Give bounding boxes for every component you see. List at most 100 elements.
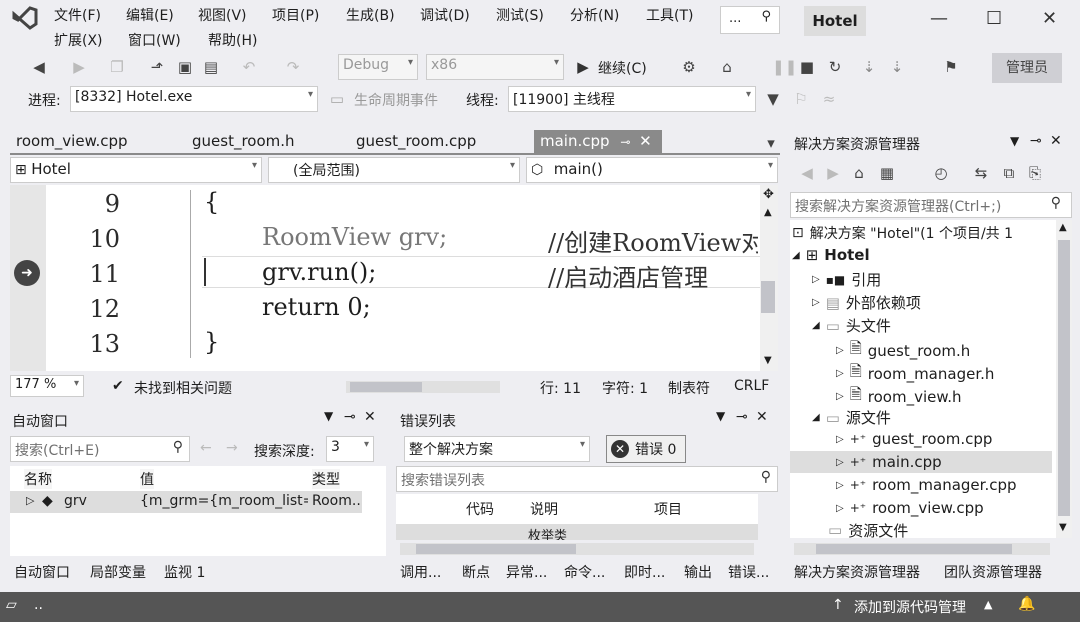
autos-search-input[interactable]: 搜索(Ctrl+E) ⚲ bbox=[10, 436, 190, 462]
expand-icon[interactable]: ▷ bbox=[26, 494, 34, 507]
tree-item-main-cpp[interactable]: ▷ +⁺ main.cpp bbox=[836, 453, 942, 471]
admin-button[interactable]: 管理员 bbox=[992, 53, 1062, 83]
tab-exceptions[interactable]: 异常... bbox=[506, 562, 547, 582]
filter-icon[interactable]: ▼ bbox=[764, 90, 782, 108]
flag-icon[interactable]: ⚐ bbox=[792, 90, 810, 108]
menu-project[interactable]: 项目(P) bbox=[272, 5, 319, 25]
menu-extensions[interactable]: 扩展(X) bbox=[54, 30, 103, 50]
tab-team-explorer[interactable]: 团队资源管理器 bbox=[944, 562, 1042, 582]
tab-autos[interactable]: 自动窗口 bbox=[14, 562, 70, 582]
menu-debug[interactable]: 调试(D) bbox=[420, 5, 470, 25]
solution-search-input[interactable]: 搜索解决方案资源管理器(Ctrl+;) ⚲ bbox=[790, 192, 1072, 218]
scrollbar-thumb[interactable] bbox=[1058, 240, 1070, 516]
home-icon[interactable]: ⌂ bbox=[850, 164, 868, 182]
collapsed-icon[interactable]: ▷ bbox=[836, 434, 844, 445]
menu-file[interactable]: 文件(F) bbox=[54, 5, 101, 25]
search-box[interactable]: ... ⚲ bbox=[720, 6, 780, 34]
show-all-files-icon[interactable]: ⎘ bbox=[1026, 164, 1044, 182]
error-search-input[interactable]: 搜索错误列表 ⚲ bbox=[396, 466, 778, 492]
close-icon[interactable]: ✕ bbox=[1050, 133, 1062, 149]
tab-breakpoints[interactable]: 断点 bbox=[462, 562, 490, 582]
error-scope-dropdown[interactable]: 整个解决方案 ▾ bbox=[404, 436, 590, 462]
tree-item-external-deps[interactable]: ▷ ▤ 外部依赖项 bbox=[812, 292, 921, 313]
tab-output[interactable]: 输出 bbox=[684, 562, 712, 582]
menu-edit[interactable]: 编辑(E) bbox=[126, 5, 174, 25]
split-icon[interactable]: ✥ bbox=[763, 187, 774, 202]
tab-guest-room-h[interactable]: guest_room.h bbox=[186, 130, 301, 154]
stop-icon[interactable]: ■ bbox=[798, 58, 816, 76]
expanded-icon[interactable]: ◢ bbox=[812, 320, 820, 331]
tab-locals[interactable]: 局部变量 bbox=[90, 562, 146, 582]
group-row[interactable]: 枚举类 bbox=[396, 524, 758, 540]
collapsed-icon[interactable]: ▷ bbox=[836, 480, 844, 491]
process-icon[interactable]: ⚙ bbox=[680, 58, 698, 76]
menu-view[interactable]: 视图(V) bbox=[198, 5, 247, 25]
dropdown-icon[interactable]: ▼ bbox=[716, 409, 725, 423]
depth-dropdown[interactable]: 3 ▾ bbox=[326, 436, 374, 462]
menu-help[interactable]: 帮助(H) bbox=[208, 30, 257, 50]
collapsed-icon[interactable]: ▷ bbox=[812, 274, 820, 285]
close-icon[interactable]: ✕ bbox=[756, 409, 768, 425]
tab-immediate[interactable]: 即时... bbox=[624, 562, 665, 582]
tab-room-view-cpp[interactable]: room_view.cpp bbox=[10, 130, 134, 154]
source-control-button[interactable]: 添加到源代码管理 bbox=[854, 597, 966, 617]
new-project-icon[interactable]: ❐ bbox=[108, 58, 126, 76]
maximize-icon[interactable]: ☐ bbox=[986, 8, 1002, 29]
tree-item-references[interactable]: ▷ ▪■ 引用 bbox=[812, 269, 881, 290]
tree-item-room-manager-cpp[interactable]: ▷ +⁺ room_manager.cpp bbox=[836, 476, 1017, 494]
tree-item-room-view-h[interactable]: ▷ 🗎 room_view.h bbox=[836, 384, 962, 409]
tree-project[interactable]: ◢ ⊞ Hotel bbox=[792, 246, 870, 264]
expanded-icon[interactable]: ◢ bbox=[812, 412, 820, 423]
editor-vertical-scrollbar[interactable]: ✥ ▲ ▼ bbox=[760, 185, 778, 371]
column-header-description[interactable]: 说明 bbox=[530, 499, 558, 519]
scope-nav-dropdown[interactable]: (全局范围) ▾ bbox=[268, 157, 520, 183]
tab-main-cpp[interactable]: main.cpp ⊸ ✕ bbox=[534, 130, 662, 154]
issues-status[interactable]: 未找到相关问题 bbox=[134, 378, 232, 398]
process-dropdown[interactable]: [8332] Hotel.exe ▾ bbox=[70, 86, 318, 112]
scroll-up-icon[interactable]: ▲ bbox=[1059, 222, 1067, 233]
menu-tools[interactable]: 工具(T) bbox=[646, 5, 693, 25]
editor-horizontal-scrollbar[interactable] bbox=[346, 381, 500, 393]
expanded-icon[interactable]: ◢ bbox=[792, 250, 800, 261]
live-share-icon[interactable]: ⚑ bbox=[942, 58, 960, 76]
tree-item-source-files[interactable]: ◢ ▭ 源文件 bbox=[812, 407, 891, 428]
column-header-name[interactable]: 名称 bbox=[24, 469, 52, 489]
pending-changes-icon[interactable]: ◴ bbox=[932, 164, 950, 182]
forward-icon[interactable]: ▶ bbox=[70, 58, 88, 76]
restart-icon[interactable]: ↻ bbox=[826, 58, 844, 76]
scrollbar-thumb[interactable] bbox=[816, 544, 1012, 554]
step-icon[interactable]: ⇣ bbox=[860, 58, 878, 76]
column-header-code[interactable]: 代码 bbox=[466, 499, 494, 519]
tab-command[interactable]: 命令... bbox=[564, 562, 605, 582]
tab-call-stack[interactable]: 调用... bbox=[400, 562, 441, 582]
back-icon[interactable]: ◀ bbox=[798, 164, 816, 182]
redo-icon[interactable]: ↷ bbox=[284, 58, 302, 76]
close-icon[interactable]: ✕ bbox=[364, 409, 376, 425]
tree-solution-root[interactable]: ⊡ 解决方案 "Hotel"(1 个项目/共 1 bbox=[792, 223, 1054, 243]
errors-filter-button[interactable]: ✕ 错误 0 bbox=[606, 435, 686, 463]
menu-analyze[interactable]: 分析(N) bbox=[570, 5, 619, 25]
column-header-project[interactable]: 项目 bbox=[654, 499, 682, 519]
scrollbar-thumb[interactable] bbox=[761, 281, 775, 313]
tab-error-list[interactable]: 错误... bbox=[728, 562, 769, 582]
dropdown-icon[interactable]: ▼ bbox=[324, 409, 333, 423]
step-over-icon[interactable]: ⇣ bbox=[888, 58, 906, 76]
thread-dropdown[interactable]: [11900] 主线程 ▾ bbox=[508, 86, 756, 112]
error-horizontal-scrollbar[interactable] bbox=[400, 543, 754, 555]
platform-dropdown[interactable]: x86 ▾ bbox=[426, 54, 564, 80]
config-dropdown[interactable]: Debug ▾ bbox=[338, 54, 418, 80]
pause-icon[interactable]: ❚❚ bbox=[772, 58, 797, 76]
pin-icon[interactable]: ⊸ bbox=[736, 409, 748, 425]
tree-item-guest-room-h[interactable]: ▷ 🗎 guest_room.h bbox=[836, 338, 970, 363]
notifications-icon[interactable]: 🔔 bbox=[1018, 596, 1035, 612]
zoom-dropdown[interactable]: 177 % ▾ bbox=[10, 375, 84, 397]
tree-item-room-manager-h[interactable]: ▷ 🗎 room_manager.h bbox=[836, 361, 994, 386]
save-all-icon[interactable]: ▤ bbox=[202, 58, 220, 76]
collapsed-icon[interactable]: ▷ bbox=[836, 391, 844, 402]
pin-icon[interactable]: ⊸ bbox=[620, 135, 630, 149]
close-tab-icon[interactable]: ✕ bbox=[639, 132, 652, 150]
forward-icon[interactable]: ▶ bbox=[824, 164, 842, 182]
pin-icon[interactable]: ⊸ bbox=[344, 409, 356, 425]
open-file-icon[interactable]: ⬏ bbox=[148, 58, 166, 76]
minimize-icon[interactable]: — bbox=[930, 8, 948, 29]
